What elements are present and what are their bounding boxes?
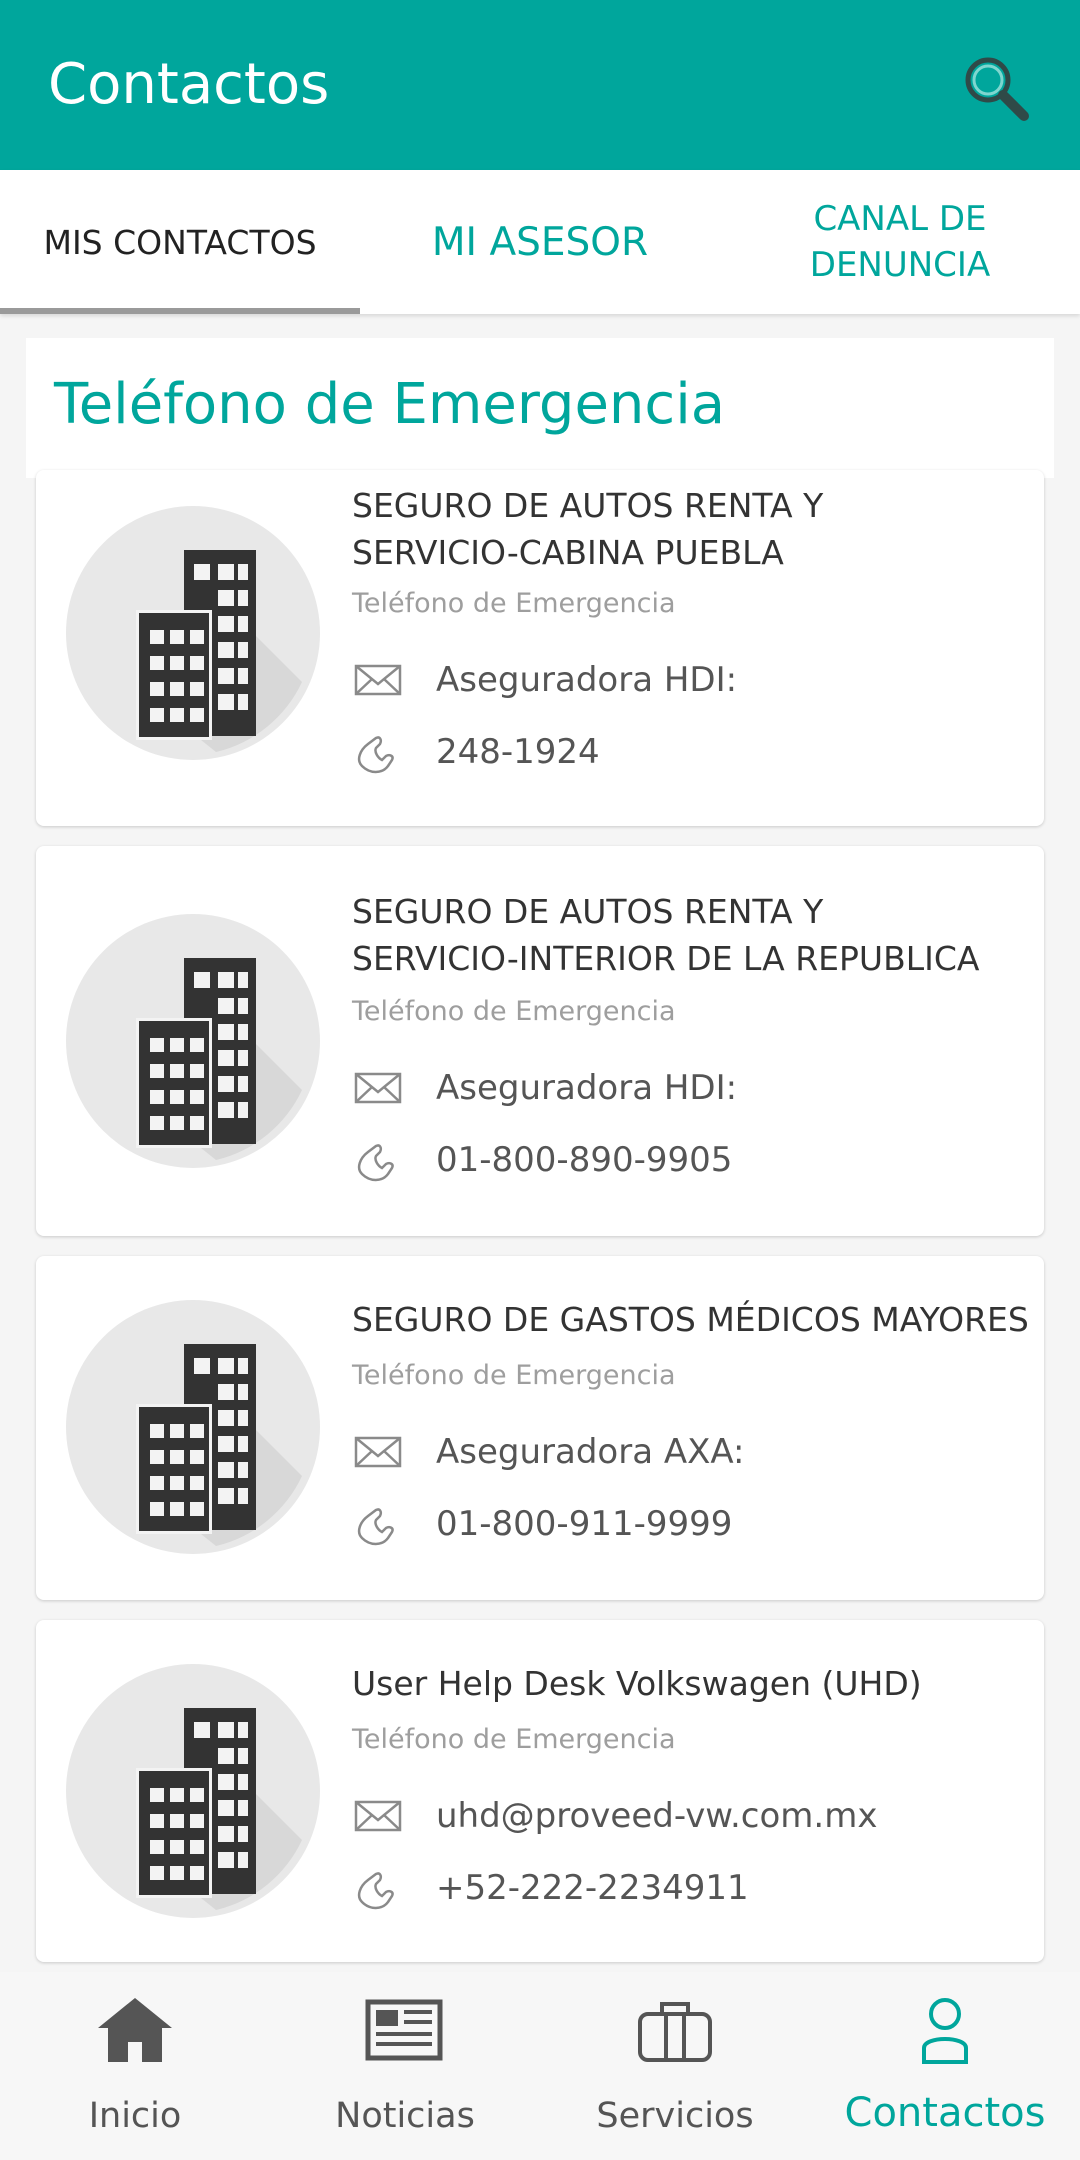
email-row[interactable]: uhd@proveed-vw.com.mx	[352, 1786, 877, 1846]
contact-name: User Help Desk Volkswagen (UHD)	[352, 1664, 922, 1703]
nav-label: Contactos	[844, 2090, 1046, 2136]
contact-name: SEGURO DE AUTOS RENTA Y SERVICIO-INTERIOR…	[352, 892, 980, 978]
contact-card[interactable]: SEGURO DE AUTOS RENTA Y SERVICIO-INTERIOR…	[36, 846, 1044, 1236]
nav-label: Inicio	[88, 2096, 182, 2136]
tab-indicator	[0, 308, 360, 314]
nav-label: Noticias	[335, 2096, 475, 2136]
envelope-icon	[354, 1436, 402, 1468]
person-icon	[922, 1998, 968, 2064]
contact-card[interactable]: SEGURO DE GASTOS MÉDICOS MAYORES Teléfon…	[36, 1256, 1044, 1600]
phone-row[interactable]: 01-800-911-9999	[352, 1494, 732, 1554]
briefcase-icon	[638, 2002, 712, 2062]
contact-phone: 01-800-890-9905	[436, 1140, 733, 1180]
tab-canal-de-denuncia[interactable]: CANAL DE DENUNCIA	[720, 170, 1080, 314]
contact-phone: 248-1924	[436, 732, 600, 772]
contact-card[interactable]: User Help Desk Volkswagen (UHD) Teléfono…	[36, 1620, 1044, 1962]
phone-icon	[357, 1872, 394, 1910]
email-row: Aseguradora HDI:	[352, 650, 737, 710]
contact-name: SEGURO DE AUTOS RENTA Y SERVICIO-CABINA P…	[352, 486, 824, 572]
app-bar: Contactos	[0, 0, 1080, 170]
tab-bar: MIS CONTACTOS MI ASESOR CANAL DE DENUNCIA	[0, 170, 1080, 314]
contact-type: Teléfono de Emergencia	[352, 588, 676, 619]
phone-row[interactable]: 248-1924	[352, 722, 600, 782]
search-icon[interactable]	[956, 48, 1036, 128]
building-icon	[66, 1664, 320, 1918]
envelope-icon	[354, 664, 402, 696]
tab-mi-asesor[interactable]: MI ASESOR	[360, 170, 720, 314]
contact-email: Aseguradora HDI:	[436, 660, 738, 700]
tab-label: MI ASESOR	[431, 219, 649, 265]
email-row: Aseguradora AXA:	[352, 1422, 745, 1482]
phone-icon	[357, 736, 394, 774]
contact-type: Teléfono de Emergencia	[352, 996, 676, 1027]
nav-noticias[interactable]: Noticias	[270, 1972, 540, 2160]
nav-label: Servicios	[596, 2096, 754, 2136]
contact-type: Teléfono de Emergencia	[352, 1724, 676, 1755]
nav-inicio[interactable]: Inicio	[0, 1972, 270, 2160]
page-title: Contactos	[48, 52, 330, 117]
tab-mis-contactos[interactable]: MIS CONTACTOS	[0, 170, 360, 314]
contact-card[interactable]: SEGURO DE AUTOS RENTA Y SERVICIO-CABINA P…	[36, 470, 1044, 826]
building-icon	[66, 1300, 320, 1554]
building-icon	[66, 506, 320, 760]
contact-email: Aseguradora AXA:	[436, 1432, 745, 1472]
tab-label: MIS CONTACTOS	[43, 222, 317, 262]
contact-phone: +52-222-2234911	[436, 1868, 749, 1908]
contact-email: uhd@proveed-vw.com.mx	[436, 1796, 878, 1836]
contact-email: Aseguradora HDI:	[436, 1068, 738, 1108]
tab-label: CANAL DE DENUNCIA	[809, 199, 991, 285]
email-row: Aseguradora HDI:	[352, 1058, 737, 1118]
phone-row[interactable]: 01-800-890-9905	[352, 1130, 732, 1190]
newspaper-icon	[365, 1999, 443, 2061]
building-icon	[66, 914, 320, 1168]
phone-row[interactable]: +52-222-2234911	[352, 1858, 749, 1918]
contact-phone: 01-800-911-9999	[436, 1504, 733, 1544]
bottom-nav: Inicio Noticias Servicios Contactos	[0, 1972, 1080, 2160]
section-header: Teléfono de Emergencia	[26, 338, 1054, 478]
envelope-icon	[354, 1072, 402, 1104]
contact-type: Teléfono de Emergencia	[352, 1360, 676, 1391]
section-title: Teléfono de Emergencia	[54, 372, 726, 437]
envelope-icon	[354, 1800, 402, 1832]
nav-contactos[interactable]: Contactos	[810, 1972, 1080, 2160]
contact-name: SEGURO DE GASTOS MÉDICOS MAYORES	[352, 1300, 1029, 1339]
home-icon	[98, 1998, 172, 2062]
nav-servicios[interactable]: Servicios	[540, 1972, 810, 2160]
phone-icon	[357, 1144, 394, 1182]
phone-icon	[357, 1508, 394, 1546]
